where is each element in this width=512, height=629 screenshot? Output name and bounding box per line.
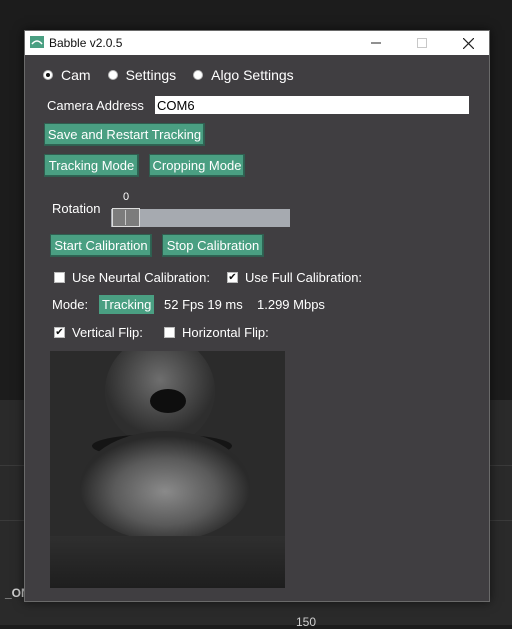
babble-window: Babble v2.0.5 Cam Settings Algo Settings…	[24, 30, 490, 602]
rotation-slider-handle[interactable]	[112, 208, 140, 227]
tab-label: Settings	[125, 67, 177, 83]
title-bar[interactable]: Babble v2.0.5	[25, 31, 489, 55]
close-icon	[462, 37, 474, 49]
window-title: Babble v2.0.5	[49, 36, 123, 50]
camera-frame-image	[50, 351, 285, 588]
maximize-button[interactable]	[399, 31, 445, 55]
checkbox-label: Horizontal Flip:	[182, 325, 269, 340]
babble-app-icon	[30, 36, 44, 48]
radio-icon	[107, 70, 118, 80]
camera-address-label: Camera Address	[47, 98, 144, 113]
tracking-mode-button[interactable]: Tracking Mode	[44, 154, 139, 177]
rotation-label: Rotation	[52, 201, 101, 216]
radio-selected-icon	[43, 70, 53, 80]
radio-icon	[193, 70, 204, 80]
mode-label: Mode:	[52, 297, 89, 312]
mode-status-badge: Tracking	[99, 295, 155, 314]
checkmark-icon: ✔	[54, 326, 65, 338]
full-calibration-checkbox[interactable]: ✔ Use Full Calibration:	[227, 270, 362, 285]
checkbox-label: Use Neurtal Calibration:	[72, 270, 211, 285]
bandwidth-readout: 1.299 Mbps	[257, 297, 325, 312]
tab-settings[interactable]: Settings	[107, 67, 177, 83]
camera-preview[interactable]	[50, 351, 285, 588]
vertical-flip-checkbox[interactable]: ✔ Vertical Flip:	[54, 325, 143, 340]
minimize-button[interactable]	[353, 31, 399, 55]
mode-radio-group: Cam Settings Algo Settings	[43, 67, 311, 83]
tab-cam[interactable]: Cam	[43, 67, 91, 83]
start-calibration-button[interactable]: Start Calibration	[50, 234, 152, 257]
horizontal-flip-checkbox[interactable]: Horizontal Flip:	[164, 325, 269, 340]
tab-algo-settings[interactable]: Algo Settings	[193, 67, 294, 83]
camera-address-input[interactable]	[155, 96, 469, 114]
cropping-mode-button[interactable]: Cropping Mode	[149, 154, 245, 177]
neutral-calibration-checkbox[interactable]: Use Neurtal Calibration:	[54, 270, 210, 285]
minimize-icon	[371, 42, 381, 44]
checkbox-label: Use Full Calibration:	[245, 270, 363, 285]
checkbox-unchecked-icon	[54, 272, 65, 283]
checkmark-icon: ✔	[227, 271, 238, 283]
background-label: 150	[296, 615, 317, 629]
close-button[interactable]	[445, 31, 491, 55]
fps-readout: 52 Fps 19 ms	[164, 297, 243, 312]
tab-label: Algo Settings	[211, 67, 294, 83]
stop-calibration-button[interactable]: Stop Calibration	[162, 234, 264, 257]
tab-label: Cam	[61, 67, 91, 83]
checkbox-unchecked-icon	[164, 327, 175, 338]
save-restart-button[interactable]: Save and Restart Tracking	[44, 123, 205, 146]
maximize-icon	[417, 38, 427, 48]
rotation-value: 0	[123, 191, 130, 203]
checkbox-label: Vertical Flip:	[72, 325, 143, 340]
